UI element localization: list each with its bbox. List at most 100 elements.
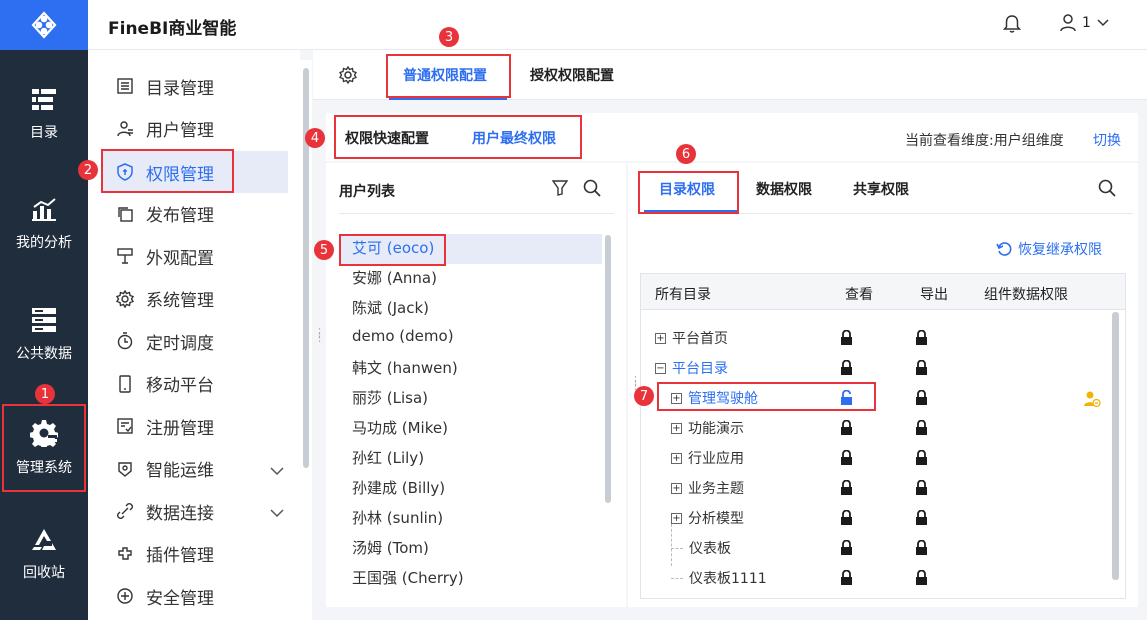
highlight-box-4	[334, 115, 582, 159]
menu-item-6[interactable]: 系统管理	[102, 279, 288, 319]
tree-row[interactable]: + 平台首页	[655, 326, 728, 350]
user-list-item[interactable]: demo (demo)	[352, 327, 454, 345]
lock-icon[interactable]	[840, 359, 853, 380]
rail-item-admin[interactable]: 管理系统	[2, 404, 86, 492]
lock-icon[interactable]	[840, 419, 853, 440]
step-badge-2: 2	[78, 160, 98, 180]
user-list-item[interactable]: 丽莎 (Lisa)	[352, 387, 428, 408]
restore-inherit-button[interactable]: 恢复继承权限	[996, 239, 1102, 259]
lock-icon[interactable]	[840, 449, 853, 470]
user-avatar-icon	[1060, 14, 1076, 32]
menu-item-label: 智能运维	[146, 461, 214, 481]
tree-row[interactable]: 仪表板	[671, 536, 731, 560]
rail-item-public-data[interactable]: 公共数据	[0, 292, 88, 378]
rail-item-analysis[interactable]: 我的分析	[0, 182, 88, 268]
header-all-catalogs: 所有目录	[655, 287, 711, 303]
search-icon[interactable]	[583, 179, 601, 201]
user-list-item[interactable]: 马功成 (Mike)	[352, 417, 448, 438]
search-icon[interactable]	[1098, 179, 1116, 201]
lock-icon[interactable]	[915, 359, 928, 380]
user-list-item[interactable]: 韩文 (hanwen)	[352, 357, 458, 378]
lock-icon[interactable]	[915, 449, 928, 470]
user-list-item[interactable]: 孙建成 (Billy)	[352, 477, 445, 498]
lock-icon[interactable]	[915, 479, 928, 500]
lock-icon[interactable]	[915, 419, 928, 440]
highlight-box-5	[339, 234, 446, 266]
divider	[339, 213, 614, 214]
tree-row-label: 行业应用	[688, 451, 744, 467]
table-scrollbar[interactable]	[1112, 312, 1119, 580]
lock-icon[interactable]	[915, 389, 928, 410]
menu-item-4[interactable]: 发布管理	[102, 194, 288, 234]
tree-row[interactable]: + 功能演示	[671, 416, 744, 440]
expand-icon[interactable]: +	[671, 422, 682, 434]
menu-item-label: 用户管理	[146, 121, 214, 141]
tree-row-label: 功能演示	[688, 421, 744, 437]
user-list-scrollbar[interactable]	[605, 235, 611, 503]
register-icon	[116, 417, 142, 435]
finebi-logo[interactable]	[0, 0, 88, 50]
menu-item-2[interactable]: 用户管理	[102, 109, 288, 149]
rail-label-admin: 管理系统	[16, 460, 72, 476]
user-list-item[interactable]: 孙林 (sunlin)	[352, 507, 443, 528]
user-menu[interactable]: 1	[1060, 14, 1109, 32]
rail-item-recycle[interactable]: 回收站	[0, 512, 88, 598]
resize-handle[interactable]: ⋮ ⋮	[630, 375, 641, 391]
menu-item-1[interactable]: 目录管理	[102, 66, 288, 106]
menu-item-7[interactable]: 定时调度	[102, 321, 288, 361]
lock-icon[interactable]	[840, 569, 853, 590]
expand-icon[interactable]: +	[655, 332, 666, 344]
tree-row[interactable]: + 行业应用	[671, 446, 744, 470]
chevron-down-icon[interactable]	[270, 461, 284, 481]
menu-item-11[interactable]: 数据连接	[102, 491, 288, 531]
tree-connector	[671, 547, 683, 549]
user-list-item[interactable]: 孙红 (Lily)	[352, 447, 424, 468]
menu-item-10[interactable]: 智能运维	[102, 449, 288, 489]
step-badge-1: 1	[35, 384, 55, 404]
tab-grant-permission[interactable]: 授权权限配置	[530, 50, 614, 100]
lock-icon[interactable]	[915, 569, 928, 590]
menu-item-8[interactable]: 移动平台	[102, 364, 288, 404]
menu-item-13[interactable]: 安全管理	[102, 576, 288, 616]
expand-icon[interactable]: +	[671, 452, 682, 464]
tree-row[interactable]: 仪表板1111	[671, 566, 767, 590]
tree-row-label: 仪表板	[689, 541, 731, 557]
lock-icon[interactable]	[915, 539, 928, 560]
chevron-down-icon	[1097, 19, 1109, 27]
rail-item-catalog[interactable]: 目录	[0, 72, 88, 158]
lock-icon[interactable]	[840, 479, 853, 500]
tab-share-permission[interactable]: 共享权限	[853, 179, 909, 199]
chevron-down-icon[interactable]	[270, 503, 284, 523]
top-header: FineBI商业智能 1	[88, 0, 1147, 50]
lock-icon[interactable]	[840, 539, 853, 560]
switch-dimension-link[interactable]: 切换	[1093, 130, 1121, 150]
menu-item-12[interactable]: 插件管理	[102, 534, 288, 574]
menu-item-5[interactable]: 外观配置	[102, 236, 288, 276]
user-list-item[interactable]: 王国强 (Cherry)	[352, 567, 464, 588]
filter-icon[interactable]	[551, 180, 569, 200]
lock-icon[interactable]	[840, 509, 853, 530]
component-permission-user-icon[interactable]	[1083, 390, 1101, 412]
plugin-icon	[116, 545, 142, 563]
tab-data-permission[interactable]: 数据权限	[756, 179, 812, 199]
resize-handle[interactable]: ⋮ ⋮	[314, 327, 325, 343]
tree-row[interactable]: + 业务主题	[671, 476, 744, 500]
bell-icon[interactable]	[1002, 14, 1022, 38]
lock-icon[interactable]	[915, 509, 928, 530]
tree-row[interactable]: + 分析模型	[671, 506, 744, 530]
expand-icon[interactable]: +	[671, 512, 682, 524]
user-list-item[interactable]: 安娜 (Anna)	[352, 267, 437, 288]
tree-row-label: 业务主题	[688, 481, 744, 497]
user-list-item[interactable]: 陈斌 (Jack)	[352, 297, 429, 318]
expand-icon[interactable]: +	[671, 482, 682, 494]
step-badge-4: 4	[305, 128, 325, 148]
collapse-icon[interactable]: −	[655, 362, 666, 374]
user-list-item[interactable]: 汤姆 (Tom)	[352, 537, 429, 558]
settings-gear-icon[interactable]	[339, 65, 357, 88]
lock-icon[interactable]	[840, 329, 853, 350]
tree-row[interactable]: − 平台目录	[655, 356, 728, 380]
menu-item-label: 安全管理	[146, 588, 214, 609]
lock-icon[interactable]	[915, 329, 928, 350]
menu-item-9[interactable]: 注册管理	[102, 406, 288, 446]
safety-icon	[116, 587, 142, 605]
